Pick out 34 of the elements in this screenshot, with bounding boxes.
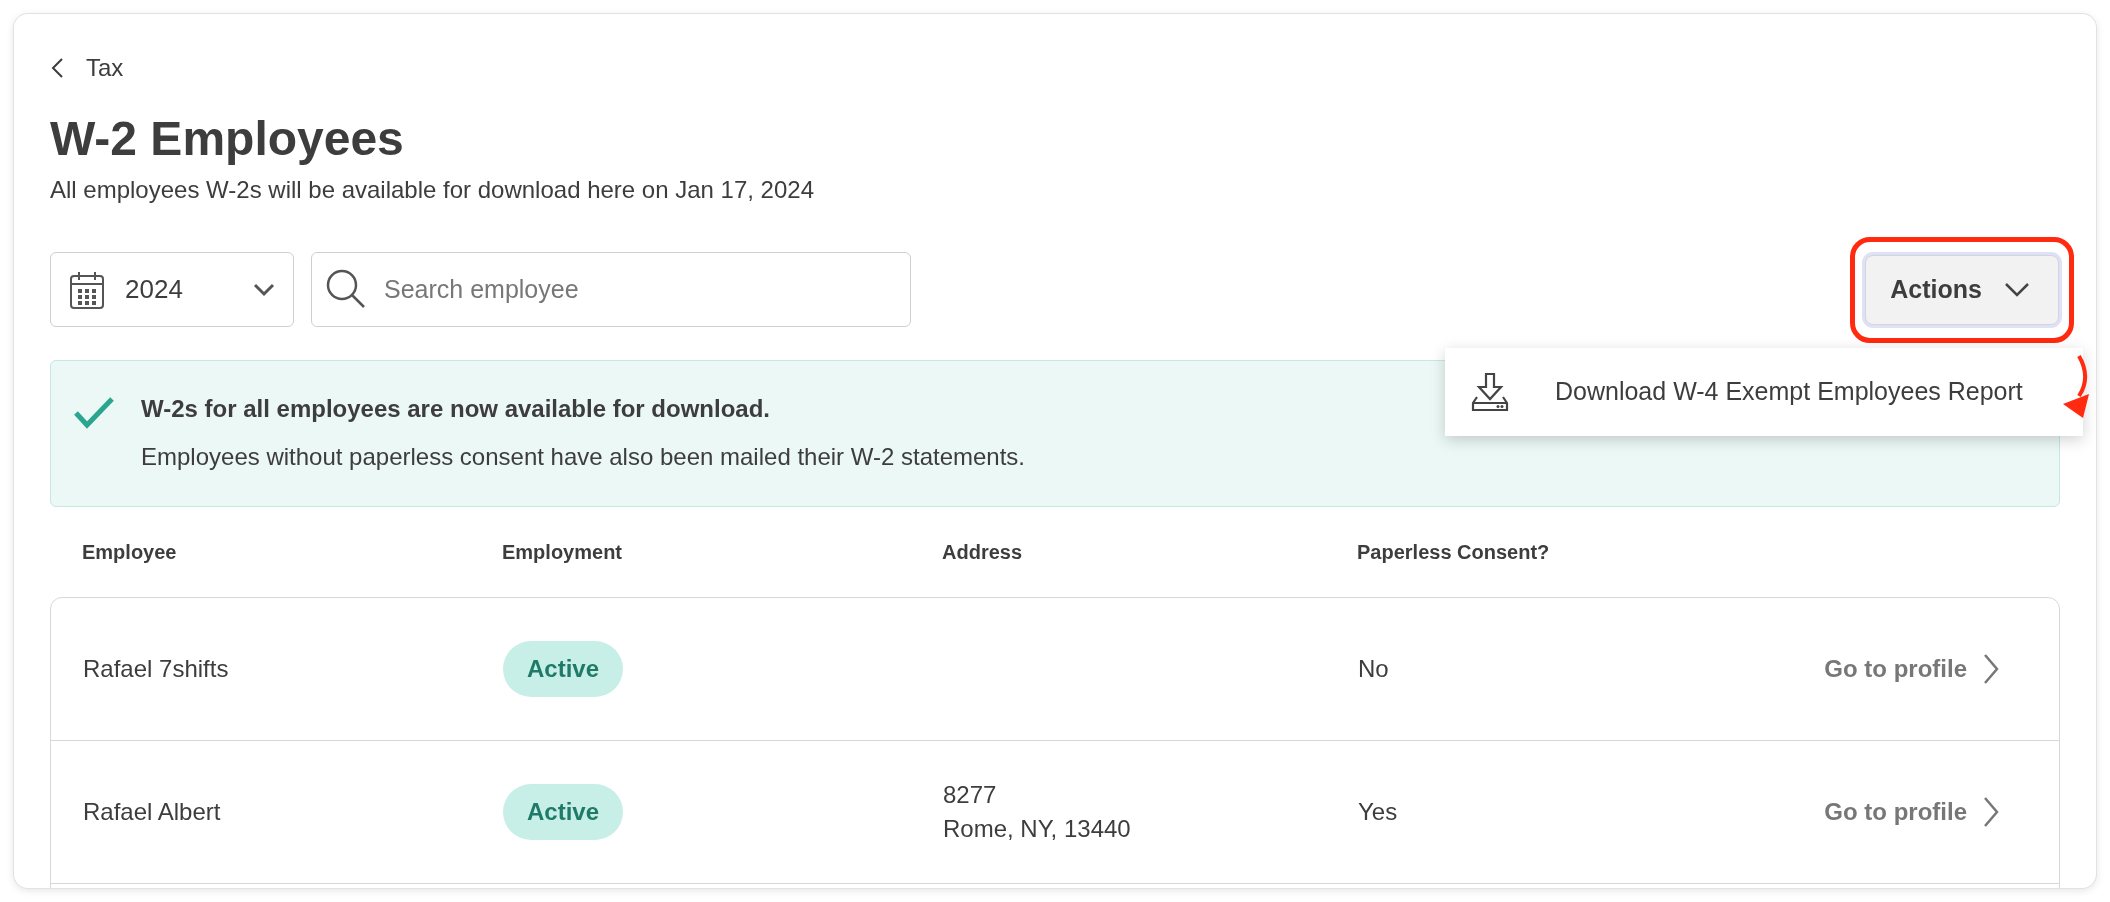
profile-link[interactable]: Go to profile <box>1824 653 1999 685</box>
column-header: Paperless Consent? <box>1357 540 1551 564</box>
banner-title: W-2s for all employees are now available for download. <box>141 395 771 423</box>
chevron-right-icon <box>1983 653 1999 685</box>
chevron-down-icon <box>253 282 275 297</box>
status-pill: Active <box>503 641 624 697</box>
profile-link[interactable]: Go to profile <box>1824 796 1999 828</box>
employee-name: Rafael Albert <box>83 797 222 827</box>
page-title: W-2 Employees <box>50 111 405 166</box>
page-subtitle: All employees W-2s will be available for download here on Jan 17, 2024 <box>50 176 815 204</box>
search-icon <box>325 268 367 310</box>
column-header: Employment <box>502 540 624 564</box>
back-chevron-icon <box>50 57 64 79</box>
search-field[interactable]: Search employee <box>311 252 911 327</box>
address-line: 8277 <box>943 780 998 810</box>
column-header: Address <box>942 540 1024 564</box>
back-label: Tax <box>86 54 124 82</box>
year-select[interactable]: 2024 <box>50 252 294 327</box>
menu-item[interactable]: Download W-4 Exempt Employees Report <box>1445 351 2083 432</box>
employee-name: Rafael 7shifts <box>83 654 230 684</box>
paperless-consent: No <box>1358 654 1390 684</box>
chevron-right-icon <box>1983 796 1999 828</box>
chevron-down-icon <box>2004 281 2030 298</box>
status-pill: Active <box>503 784 624 840</box>
actions-button[interactable]: Actions <box>1865 254 2059 325</box>
calendar-icon <box>69 269 105 310</box>
download-icon <box>1469 370 1511 413</box>
paperless-consent: Yes <box>1358 797 1399 827</box>
column-header: Employee <box>82 540 178 564</box>
address-line: Rome, NY, 13440 <box>943 814 1132 844</box>
annotation-arrow <box>2061 353 2091 420</box>
banner-message: Employees without paperless consent have also been mailed their W-2 statements. <box>141 443 1026 471</box>
checkmark-icon <box>73 395 115 429</box>
back-link[interactable]: Tax <box>50 54 124 82</box>
